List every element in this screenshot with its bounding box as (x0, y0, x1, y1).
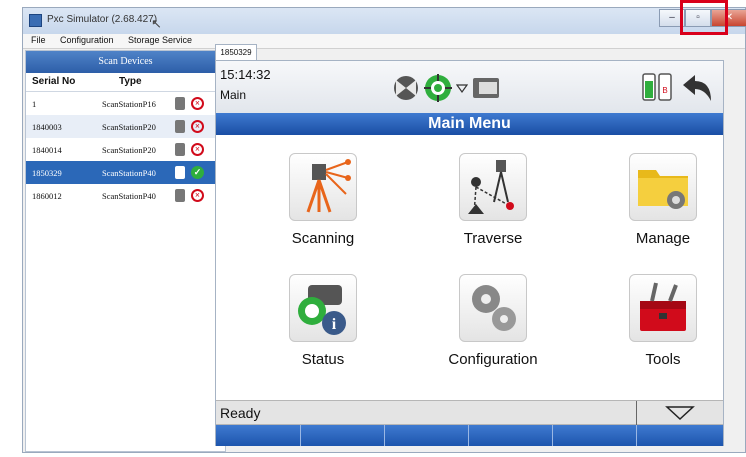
battery-icon: B (642, 73, 672, 101)
mouse-cursor-icon: ↖ (151, 16, 162, 31)
tile-configuration[interactable]: Configuration (438, 274, 548, 368)
divider (636, 401, 637, 426)
device-row[interactable]: 1840014 ScanStationP20 × (26, 138, 225, 161)
tile-traverse[interactable]: Traverse (438, 153, 548, 247)
device-type: ScanStationP40 (102, 168, 156, 178)
svg-text:i: i (332, 316, 337, 333)
level-icon[interactable] (392, 74, 420, 102)
svg-text:B: B (662, 86, 667, 95)
maximize-highlight (680, 0, 728, 35)
disconnected-icon: × (191, 120, 204, 133)
title-bar: Pxc Simulator (2.68.427) ↖ – ▫ ✕ (23, 8, 746, 34)
device-type: ScanStationP20 (102, 122, 156, 132)
device-serial: 1850329 (32, 168, 62, 178)
configuration-icon (459, 274, 527, 342)
instrument-tabs: 1850329 (213, 41, 724, 61)
tile-tools[interactable]: Tools (608, 274, 718, 368)
disconnected-icon: × (191, 97, 204, 110)
tile-label: Status (301, 351, 345, 368)
mode-label: Main (220, 88, 247, 102)
disconnected-icon: × (191, 189, 204, 202)
instrument-status-bar: 15:14:32 Main B (216, 61, 723, 113)
tile-label: Scanning (291, 230, 355, 247)
tools-icon (629, 274, 697, 342)
device-serial: 1 (32, 99, 37, 109)
scan-devices-header: Scan Devices (26, 51, 225, 73)
softkey-divider (300, 425, 301, 446)
device-row[interactable]: 1 ScanStationP16 × (26, 92, 225, 115)
tile-label: Tools (645, 351, 681, 368)
app-icon (29, 14, 42, 27)
device-serial: 1860012 (32, 191, 62, 201)
tile-manage[interactable]: Manage (608, 153, 718, 247)
tile-label: Manage (635, 230, 691, 247)
device-row[interactable]: 1840003 ScanStationP20 × (26, 115, 225, 138)
instrument-icon (175, 189, 185, 202)
instrument-screen: 15:14:32 Main B Main Menu Scanning Trave… (215, 60, 724, 446)
status-row: Ready (216, 400, 723, 426)
status-icons (392, 73, 501, 103)
menu-file[interactable]: File (31, 35, 46, 45)
status-text: Ready (220, 405, 261, 421)
column-type: Type (119, 76, 142, 87)
back-icon[interactable] (679, 73, 715, 103)
scanning-icon (289, 153, 357, 221)
softkey-divider (552, 425, 553, 446)
clock: 15:14:32 (220, 67, 271, 82)
manage-icon (629, 153, 697, 221)
disconnected-icon: × (191, 143, 204, 156)
device-row[interactable]: 1860012 ScanStationP40 × (26, 184, 225, 207)
screen-icon[interactable] (471, 76, 501, 100)
tile-label: Configuration (448, 351, 538, 368)
scan-devices-panel: Scan Devices Serial No Type 1 ScanStatio… (25, 50, 226, 452)
window-title: Pxc Simulator (2.68.427) (47, 14, 158, 25)
wifi-icon (456, 84, 469, 94)
tile-scanning[interactable]: Scanning (268, 153, 378, 247)
instrument-icon (175, 97, 185, 110)
menu-configuration[interactable]: Configuration (60, 35, 114, 45)
target-icon[interactable] (423, 73, 453, 103)
instrument-icon (175, 166, 185, 179)
instrument-icon (175, 143, 185, 156)
main-menu-title: Main Menu (216, 113, 723, 135)
device-type: ScanStationP16 (102, 99, 156, 109)
device-columns: Serial No Type (26, 73, 225, 92)
device-type: ScanStationP40 (102, 191, 156, 201)
softkey-divider (384, 425, 385, 446)
column-serial-no: Serial No (32, 76, 76, 87)
device-type: ScanStationP20 (102, 145, 156, 155)
softkey-divider (636, 425, 637, 446)
tile-status[interactable]: i Status (268, 274, 378, 368)
tab-instrument[interactable]: 1850329 (215, 44, 257, 61)
tile-label: Traverse (463, 230, 523, 247)
status-icon: i (289, 274, 357, 342)
header-right-icons: B (640, 71, 715, 106)
device-serial: 1840014 (32, 145, 62, 155)
device-row-selected[interactable]: 1850329 ScanStationP40 ✓ (26, 161, 225, 184)
device-serial: 1840003 (32, 122, 62, 132)
chevron-down-icon[interactable] (665, 405, 695, 421)
instrument-icon (175, 120, 185, 133)
softkey-divider (468, 425, 469, 446)
traverse-icon (459, 153, 527, 221)
softkey-bar (216, 425, 723, 446)
connected-icon: ✓ (191, 166, 204, 179)
menu-storage-service[interactable]: Storage Service (128, 35, 192, 45)
